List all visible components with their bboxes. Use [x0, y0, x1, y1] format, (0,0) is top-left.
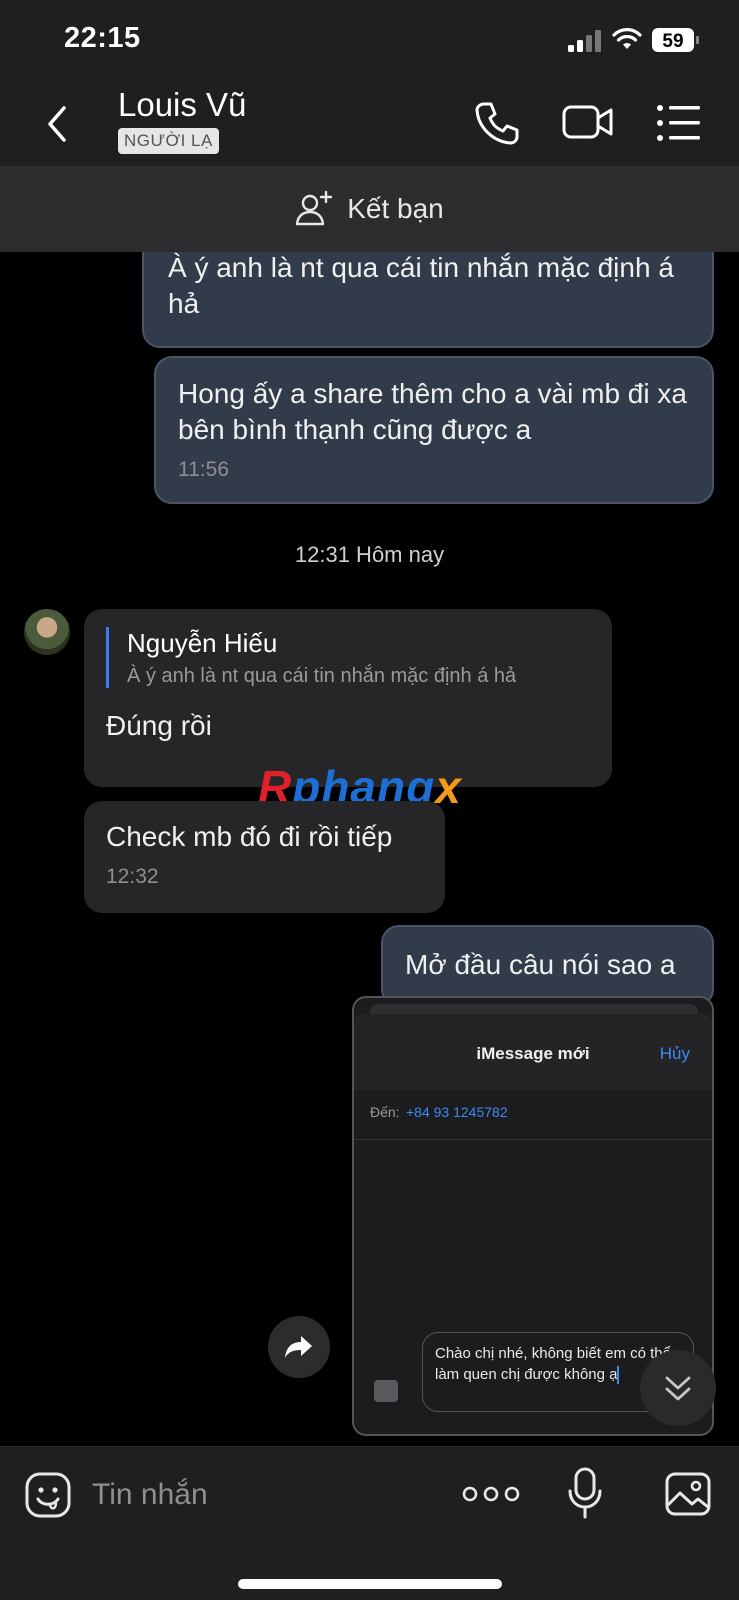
message-time: 11:56 — [178, 458, 229, 481]
message-bubble-outgoing[interactable]: Hong ấy a share thêm cho a vài mb đi xa … — [154, 356, 714, 504]
message-input-bar — [0, 1446, 739, 1600]
message-text: Đúng rồi — [106, 710, 212, 741]
more-options-icon[interactable] — [462, 1479, 520, 1509]
message-bubble-outgoing[interactable]: À ý anh là nt qua cái tin nhắn mặc định … — [142, 252, 714, 348]
phone-icon[interactable] — [474, 100, 520, 146]
add-friend-button[interactable]: Kết bạn — [0, 166, 739, 252]
menu-list-icon[interactable] — [656, 104, 702, 142]
back-chevron-icon[interactable] — [38, 102, 78, 146]
wifi-icon — [612, 28, 642, 49]
imessage-recipient-row: Đến: +84 93 1245782 — [354, 1090, 712, 1140]
microphone-icon[interactable] — [568, 1467, 602, 1519]
add-user-icon — [296, 190, 333, 226]
imessage-header: iMessage mới Hủy — [354, 1014, 712, 1090]
contact-avatar[interactable] — [24, 609, 70, 655]
message-bubble-incoming[interactable]: Check mb đó đi rồi tiếp 12:32 — [84, 801, 445, 913]
quote-text: À ý anh là nt qua cái tin nhắn mặc định … — [127, 665, 517, 687]
recipient-number: +84 93 1245782 — [406, 1104, 508, 1120]
status-bar: 22:15 59 — [0, 0, 739, 80]
quoted-message[interactable]: Nguyễn Hiếu À ý anh là nt qua cái tin nh… — [106, 627, 590, 688]
scroll-down-chevron-icon[interactable] — [640, 1350, 716, 1426]
message-bubble-outgoing[interactable]: Mở đầu câu nói sao a — [381, 925, 714, 1007]
cellular-signal-icon — [568, 30, 601, 52]
chat-header: Louis Vũ NGƯỜI LẠ — [0, 80, 739, 166]
recipient-label: Đến: — [370, 1104, 400, 1120]
message-text: Mở đầu câu nói sao a — [405, 949, 676, 980]
imessage-cancel: Hủy — [659, 1044, 690, 1063]
svg-text:59: 59 — [662, 31, 683, 52]
sticker-emoji-icon[interactable] — [24, 1471, 72, 1519]
add-friend-label: Kết bạn — [347, 193, 444, 224]
message-text: À ý anh là nt qua cái tin nhắn mặc định … — [168, 252, 674, 319]
message-text: Hong ấy a share thêm cho a vài mb đi xa … — [178, 378, 687, 445]
apps-chevron-icon — [374, 1380, 398, 1402]
video-camera-icon[interactable] — [562, 102, 614, 142]
imessage-title: iMessage mới — [476, 1044, 590, 1063]
status-time: 22:15 — [64, 22, 141, 54]
chat-messages[interactable]: À ý anh là nt qua cái tin nhắn mặc định … — [0, 252, 739, 1446]
message-text: Check mb đó đi rồi tiếp — [106, 821, 393, 852]
message-input[interactable] — [92, 1471, 432, 1519]
contact-name[interactable]: Louis Vũ — [118, 86, 246, 124]
quote-author: Nguyễn Hiếu — [127, 628, 278, 658]
forward-share-icon[interactable] — [268, 1316, 330, 1378]
battery-icon: 59 — [652, 28, 699, 52]
date-separator: 12:31 Hôm nay — [294, 542, 445, 567]
message-time: 12:32 — [106, 865, 159, 888]
stranger-badge: NGƯỜI LẠ — [118, 128, 219, 154]
gallery-image-icon[interactable] — [664, 1471, 712, 1517]
home-indicator — [238, 1579, 502, 1589]
